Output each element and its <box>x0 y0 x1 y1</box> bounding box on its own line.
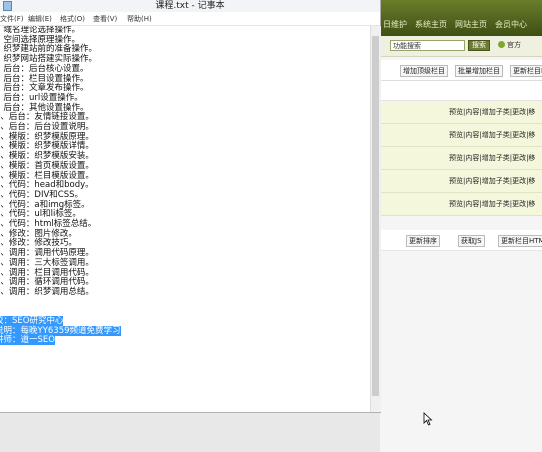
row-actions[interactable]: 预览|内容|增加子类|更改|移 <box>449 153 535 163</box>
mouse-pointer-icon <box>423 412 433 426</box>
text-editor[interactable]: 、域名理论选择操作。 、空间选择原理操作。 、织梦建站前的准备操作。 、织梦网站搭建实… <box>0 26 370 411</box>
admin-search-bar: 功能搜索 搜索 官方 <box>380 36 542 57</box>
category-toolbar: 增加顶级栏目 批量增加栏目 更新栏目H <box>380 60 542 81</box>
scrollbar-thumb[interactable] <box>372 36 379 396</box>
top-nav-member-center[interactable]: 会员中心 <box>495 18 527 32</box>
top-nav-system-home[interactable]: 系统主页 <box>415 18 447 32</box>
row-actions[interactable]: 预览|内容|增加子类|更改|移 <box>449 130 535 140</box>
update-sort-button[interactable]: 更新排序 <box>406 235 440 247</box>
table-header-row <box>380 81 542 101</box>
window-title: 课程.txt - 记事本 <box>155 1 225 11</box>
table-row: 预览|内容|增加子类|更改|移 <box>380 147 542 170</box>
selection-highlight: 讲师：道一SEO <box>0 335 55 346</box>
top-nav-site-home[interactable]: 网站主页 <box>455 18 487 32</box>
selection-highlight: 校：SEO研究中心 <box>0 316 64 326</box>
top-nav-maintenance[interactable]: 日维护 <box>383 18 407 32</box>
row-actions[interactable]: 预览|内容|增加子类|更改|移 <box>449 176 535 186</box>
help-link-label: 官方 <box>507 41 521 49</box>
text-line: 8、调用：织梦调用总结。 <box>0 286 94 297</box>
table-row: 预览|内容|增加子类|更改|移 <box>380 124 542 147</box>
menu-format[interactable]: 格式(O) <box>60 14 85 24</box>
menu-view[interactable]: 查看(V) <box>93 14 117 24</box>
add-top-category-button[interactable]: 增加顶级栏目 <box>400 65 448 77</box>
menu-file[interactable]: 文件(F) <box>0 14 24 24</box>
row-actions[interactable]: 预览|内容|增加子类|更改|移 <box>449 199 535 209</box>
menu-help[interactable]: 帮助(H) <box>127 14 152 24</box>
table-row: 预览|内容|增加子类|更改|移 <box>380 170 542 193</box>
official-help-link[interactable]: 官方 <box>498 40 521 50</box>
menu-edit[interactable]: 编辑(E) <box>28 14 52 24</box>
menu-bar: 文件(F) 编辑(E) 格式(O) 查看(V) 帮助(H) <box>0 12 380 26</box>
table-row: 预览|内容|增加子类|更改|移 <box>380 193 542 216</box>
notepad-window: 课程.txt - 记事本 文件(F) 编辑(E) 格式(O) 查看(V) 帮助(… <box>0 0 381 413</box>
admin-header: 日维护 系统主页 网站主页 会员中心 <box>380 0 542 36</box>
row-actions[interactable]: 预览|内容|增加子类|更改|移 <box>449 107 535 117</box>
batch-add-category-button[interactable]: 批量增加栏目 <box>455 65 503 77</box>
table-row: 预览|内容|增加子类|更改|移 <box>380 101 542 124</box>
update-html-button[interactable]: 更新栏目HTM <box>498 235 542 247</box>
get-js-button[interactable]: 获取JS <box>458 235 485 247</box>
help-icon <box>498 41 505 48</box>
vertical-scrollbar[interactable] <box>370 26 381 412</box>
admin-window: 日维护 系统主页 网站主页 会员中心 功能搜索 搜索 官方 增加顶级栏目 批量增… <box>380 0 542 452</box>
admin-top-nav: 日维护 系统主页 网站主页 会员中心 <box>380 18 527 32</box>
update-category-html-button[interactable]: 更新栏目H <box>510 65 542 77</box>
search-button[interactable]: 搜索 <box>468 40 490 51</box>
selected-text-line: 讲师：道一SEO <box>0 335 55 346</box>
category-bottom-bar: 更新排序 获取JS 更新栏目HTM <box>380 230 542 251</box>
notepad-titlebar[interactable]: 课程.txt - 记事本 <box>0 0 380 12</box>
function-search-input[interactable]: 功能搜索 <box>390 40 465 51</box>
